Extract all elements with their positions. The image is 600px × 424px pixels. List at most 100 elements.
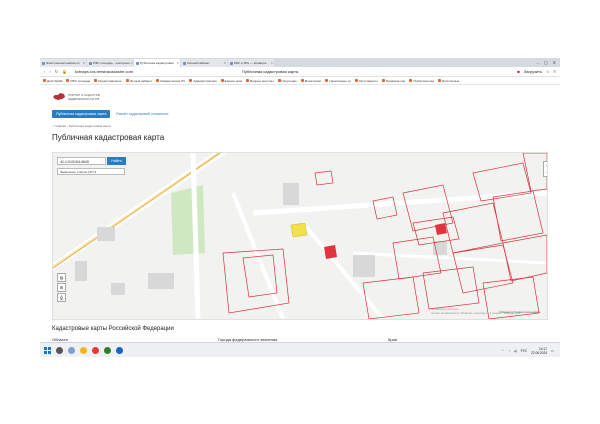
bookmark-favicon-icon: [438, 79, 442, 82]
bookmark-label: Личный кабинет: [129, 78, 153, 83]
highlighted-parcel: [290, 222, 308, 238]
browser-tab[interactable]: Личный кабинет ✕: [181, 59, 227, 67]
page-heading: Публичная кадастровая карта: [52, 133, 165, 142]
tab-public-map[interactable]: Публичная кадастровая карта: [52, 110, 111, 118]
page-content: ПОРТАЛ О КАДАСТРЕ НЕДВИЖИМОСТИ РФ Публич…: [40, 86, 560, 342]
close-tab-icon[interactable]: ✕: [176, 59, 179, 67]
building: [148, 273, 174, 289]
bookmark-item[interactable]: Водные реестры: [246, 78, 274, 83]
bookmark-item[interactable]: Коммерческие РС: [156, 79, 185, 83]
layers-tool-icon[interactable]: ▤: [57, 273, 66, 282]
start-icon[interactable]: [44, 347, 51, 354]
favicon-icon: [136, 61, 139, 65]
bookmark-label: Бесплатные: [442, 78, 460, 83]
close-tab-icon[interactable]: ✕: [131, 59, 133, 67]
tab-label: Электронный компас-сп: [46, 61, 80, 65]
bookmark-label: Водные реестры: [250, 78, 274, 83]
language-indicator[interactable]: РУС: [521, 349, 527, 353]
bookmark-item[interactable]: Единое окно: [220, 79, 242, 83]
lock-icon: 🔒: [62, 69, 68, 74]
print-tool-icon[interactable]: ⎙: [57, 293, 66, 302]
back-icon[interactable]: ‹: [44, 69, 45, 74]
tab-cost-calc[interactable]: Расчёт кадастровой стоимости: [114, 110, 170, 118]
nav-buttons: ‹ › ↻ 🔒: [40, 69, 67, 74]
building: [283, 183, 299, 205]
app-icon[interactable]: [116, 347, 123, 354]
bookmark-item[interactable]: Диск WebE: [43, 79, 62, 83]
volume-icon[interactable]: ◂): [514, 349, 517, 353]
windows-taskbar: ⌃ ◔ ◂) РУС 14:17 22.06.2024 ▭: [40, 342, 560, 357]
window-controls: – ▢ ✕: [537, 58, 560, 67]
logo-text: ПОРТАЛ О КАДАСТРЕ НЕДВИЖИМОСТИ РФ: [68, 93, 100, 101]
reload-icon[interactable]: ↻: [55, 69, 58, 74]
notifications-icon[interactable]: ▭: [551, 349, 554, 353]
close-tab-icon[interactable]: ✕: [270, 59, 273, 67]
file-explorer-icon[interactable]: [80, 347, 87, 354]
selected-parcel: [435, 223, 447, 235]
minimize-icon[interactable]: –: [537, 60, 539, 65]
bookmark-item[interactable]: Административн: [189, 79, 217, 83]
download-icon[interactable]: ■: [517, 69, 519, 74]
browser-tab-active[interactable]: Публичная кадастровая ✕: [134, 59, 180, 67]
maximize-icon[interactable]: ▢: [544, 60, 548, 65]
park-area: [171, 185, 205, 255]
bookmark-item[interactable]: Бесплатные: [438, 79, 459, 83]
bookmark-item[interactable]: Личный кабинет: [125, 78, 153, 83]
bookmark-item[interactable]: Мониторинг: [300, 79, 321, 83]
site-logo[interactable]: ПОРТАЛ О КАДАСТРЕ НЕДВИЖИМОСТИ РФ: [52, 92, 100, 101]
measure-tool-icon[interactable]: ⊞: [57, 283, 66, 292]
bookmark-favicon-icon: [66, 79, 70, 82]
logo-line: НЕДВИЖИМОСТИ РФ: [68, 96, 100, 101]
find-button[interactable]: Найти: [107, 157, 126, 165]
browser-tab[interactable]: РФС площадь - электронн ✕: [87, 59, 133, 67]
bookmark-label: РФС площадь: [70, 78, 91, 83]
close-tab-icon[interactable]: ✕: [223, 59, 226, 67]
task-view-icon[interactable]: [68, 347, 75, 354]
bookmark-item[interactable]: РФС площадь: [66, 79, 90, 83]
menu-icon[interactable]: ≡: [554, 69, 556, 74]
download-button[interactable]: Загрузить: [524, 69, 542, 74]
network-icon[interactable]: ◔: [508, 349, 510, 353]
bookmark-label: Коммерческие РС: [160, 78, 186, 83]
yandex-browser-icon[interactable]: [92, 347, 99, 354]
building: [111, 283, 125, 295]
bookmark-item[interactable]: Публичная кад: [409, 79, 434, 83]
app-icon[interactable]: [104, 347, 111, 354]
cadastral-search-input[interactable]: 41:1:010104:4640: [57, 157, 106, 165]
search-icon[interactable]: [56, 347, 63, 354]
bookmark-label: Проверка лиц: [385, 78, 406, 83]
bookmark-label: Населённые пу: [329, 78, 351, 83]
tab-label: РФС площадь - электронн: [93, 61, 130, 65]
bookmark-item[interactable]: Удостоверить: [354, 79, 378, 83]
bookmark-favicon-icon: [277, 79, 281, 82]
bookmark-item[interactable]: Проверка лиц: [381, 78, 406, 83]
site-nav: Публичная кадастровая карта Расчёт кадас…: [52, 110, 170, 118]
bookmark-favicon-icon: [94, 79, 98, 82]
bookmark-favicon-icon: [156, 79, 160, 82]
bookmark-star-icon[interactable]: ☆: [546, 69, 550, 74]
favicon-icon: [230, 61, 233, 65]
chevron-up-icon[interactable]: ⌃: [501, 349, 504, 353]
zoom-control[interactable]: + −: [543, 161, 547, 177]
clock[interactable]: 14:17 22.06.2024: [531, 347, 547, 355]
browser-tab[interactable]: Электронный компас-сп ✕: [40, 59, 86, 67]
url-field[interactable]: kctnaps.ros.reestracadastre.com: [75, 69, 133, 74]
map-canvas[interactable]: [53, 153, 547, 319]
browser-tab[interactable]: PDF в JPG — Конверте ✕: [228, 59, 274, 67]
close-tab-icon[interactable]: ✕: [82, 59, 85, 67]
bookmark-favicon-icon: [409, 79, 413, 82]
map-attribution[interactable]: © Росреестр Условия использования: [499, 311, 540, 314]
layer-select[interactable]: Земельные участки (ЗУ) ▾: [57, 168, 125, 175]
russia-map-icon: [53, 93, 65, 100]
bookmark-item[interactable]: Предоставление: [94, 79, 122, 83]
bookmark-item[interactable]: Получение: [277, 79, 297, 83]
favicon-icon: [183, 61, 186, 65]
zoom-out-icon[interactable]: −: [544, 169, 547, 176]
cadastral-map[interactable]: 41:1:010104:4640 Найти Земельные участки…: [52, 152, 548, 320]
breadcrumb[interactable]: ⌂ Главная › Публичная кадастровая карта: [52, 124, 111, 128]
close-window-icon[interactable]: ✕: [553, 60, 556, 65]
forward-icon[interactable]: ›: [49, 69, 50, 74]
zoom-in-icon[interactable]: +: [544, 162, 547, 169]
bookmark-item[interactable]: Населённые пу: [325, 78, 351, 83]
building: [75, 261, 87, 281]
